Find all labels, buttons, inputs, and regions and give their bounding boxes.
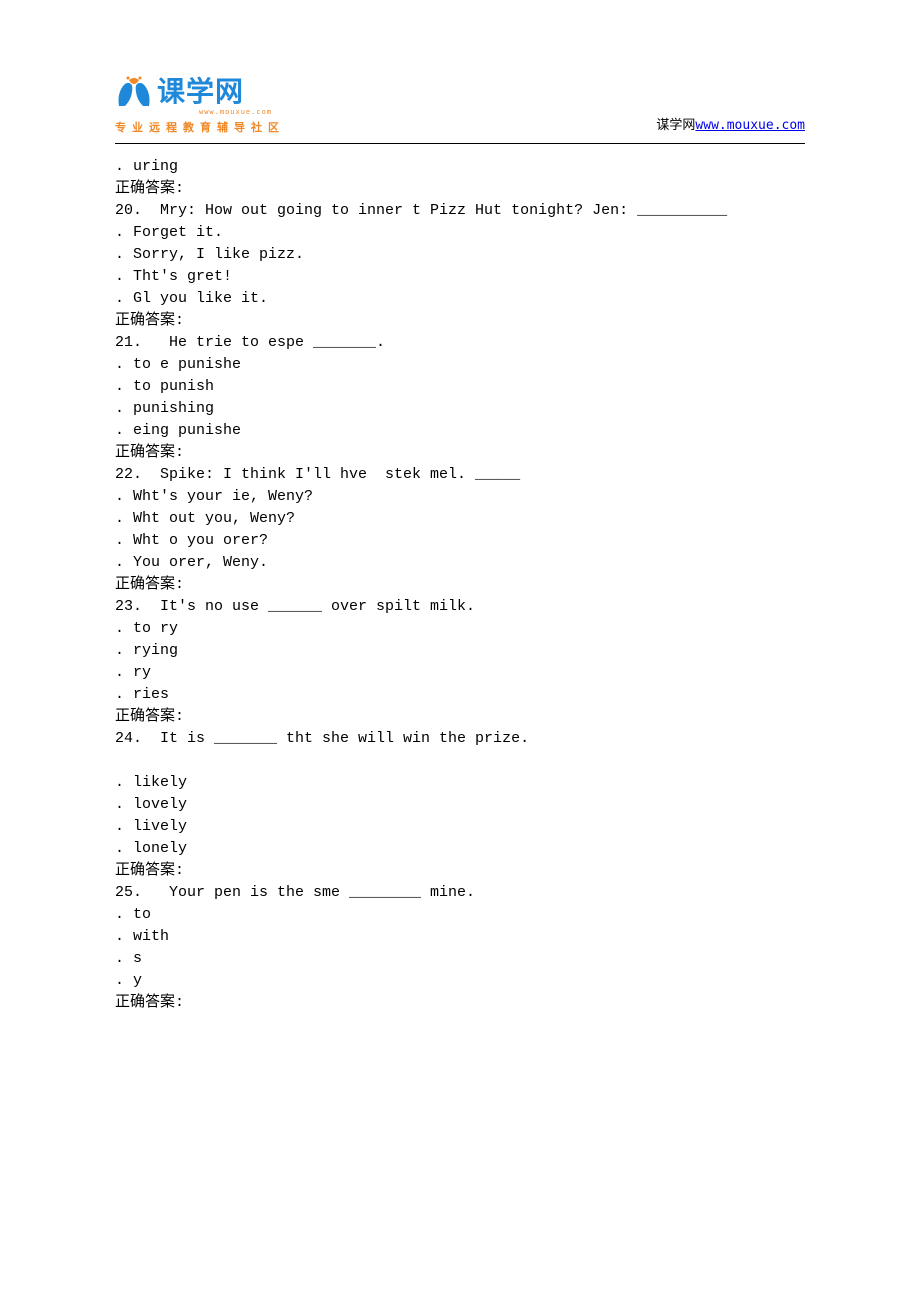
text-line: . Tht's gret! bbox=[115, 266, 805, 288]
text-line: . lively bbox=[115, 816, 805, 838]
logo-block: 课学网 www.mouxue.com 专业远程教育辅导社区 bbox=[115, 70, 285, 135]
text-line: . likely bbox=[115, 772, 805, 794]
text-line: . Wht out you, Weny? bbox=[115, 508, 805, 530]
text-line: . Sorry, I like pizz. bbox=[115, 244, 805, 266]
text-line: 25. Your pen is the sme ________ mine. bbox=[115, 882, 805, 904]
text-line: . s bbox=[115, 948, 805, 970]
logo-tagline: 专业远程教育辅导社区 bbox=[115, 119, 285, 135]
page-content: 课学网 www.mouxue.com 专业远程教育辅导社区 谋学网www.mou… bbox=[0, 0, 920, 1014]
page-header: 课学网 www.mouxue.com 专业远程教育辅导社区 谋学网www.mou… bbox=[115, 70, 805, 135]
site-link: 谋学网www.mouxue.com bbox=[656, 114, 805, 133]
text-line: . You orer, Weny. bbox=[115, 552, 805, 574]
text-line: . to e punishe bbox=[115, 354, 805, 376]
text-line: . Wht o you orer? bbox=[115, 530, 805, 552]
logo-icon bbox=[115, 76, 153, 110]
logo-top: 课学网 www.mouxue.com bbox=[115, 70, 285, 116]
header-divider bbox=[115, 143, 805, 144]
site-url-link[interactable]: www.mouxue.com bbox=[695, 118, 805, 133]
text-line: . with bbox=[115, 926, 805, 948]
text-line: 正确答案: bbox=[115, 178, 805, 200]
text-line: 24. It is _______ tht she will win the p… bbox=[115, 728, 805, 750]
text-line: . ry bbox=[115, 662, 805, 684]
text-line: 正确答案: bbox=[115, 706, 805, 728]
text-line: . rying bbox=[115, 640, 805, 662]
text-line: 22. Spike: I think I'll hve stek mel. __… bbox=[115, 464, 805, 486]
text-line: . punishing bbox=[115, 398, 805, 420]
text-line bbox=[115, 750, 805, 772]
text-line: 正确答案: bbox=[115, 310, 805, 332]
text-line: . Forget it. bbox=[115, 222, 805, 244]
text-line: . to ry bbox=[115, 618, 805, 640]
text-line: . uring bbox=[115, 156, 805, 178]
text-line: . Wht's your ie, Weny? bbox=[115, 486, 805, 508]
site-label: 谋学网 bbox=[656, 118, 695, 133]
text-line: 正确答案: bbox=[115, 860, 805, 882]
logo-sub-url: www.mouxue.com bbox=[199, 108, 272, 116]
text-line: 正确答案: bbox=[115, 992, 805, 1014]
text-line: . lovely bbox=[115, 794, 805, 816]
text-line: . ries bbox=[115, 684, 805, 706]
logo-text-wrap: 课学网 www.mouxue.com bbox=[157, 70, 272, 116]
text-line: . eing punishe bbox=[115, 420, 805, 442]
text-line: . Gl you like it. bbox=[115, 288, 805, 310]
document-body: . uring正确答案:20. Mry: How out going to in… bbox=[115, 156, 805, 1014]
text-line: . lonely bbox=[115, 838, 805, 860]
text-line: . to bbox=[115, 904, 805, 926]
text-line: . y bbox=[115, 970, 805, 992]
text-line: . to punish bbox=[115, 376, 805, 398]
text-line: 正确答案: bbox=[115, 574, 805, 596]
text-line: 21. He trie to espe _______. bbox=[115, 332, 805, 354]
logo-text: 课学网 bbox=[157, 70, 272, 110]
text-line: 20. Mry: How out going to inner t Pizz H… bbox=[115, 200, 805, 222]
text-line: 23. It's no use ______ over spilt milk. bbox=[115, 596, 805, 618]
text-line: 正确答案: bbox=[115, 442, 805, 464]
